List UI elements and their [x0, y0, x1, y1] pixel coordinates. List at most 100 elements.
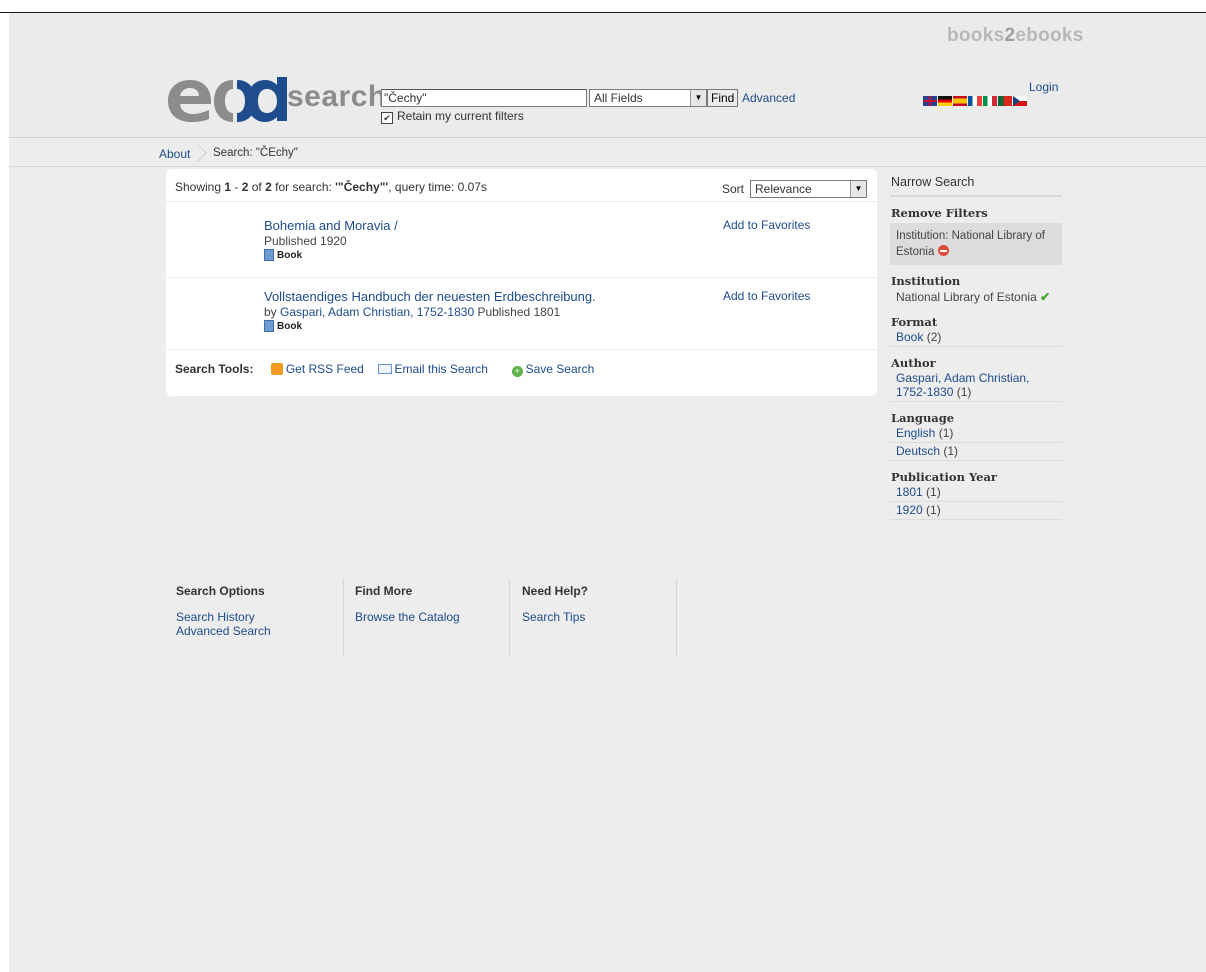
record-author-link[interactable]: Gaspari, Adam Christian, 1752-1830: [280, 305, 474, 319]
summary-of: of: [248, 180, 266, 194]
save-icon: +: [511, 366, 523, 377]
institution-value: National Library of Estonia: [896, 290, 1037, 304]
remove-filter-icon[interactable]: [937, 245, 949, 256]
rss-feed-link[interactable]: Get RSS Feed: [286, 362, 364, 376]
divider: [166, 201, 877, 202]
brand-ebooks: ebooks: [1015, 25, 1084, 46]
advanced-search-footer-link[interactable]: Advanced Search: [176, 624, 343, 638]
breadcrumb-current: Search: "ČEchy": [213, 147, 298, 159]
save-search-link[interactable]: Save Search: [526, 362, 595, 376]
facet-language-deutsch[interactable]: Deutsch: [896, 444, 940, 458]
result-record: Bohemia and Moravia / Published 1920 Boo…: [264, 218, 398, 261]
footer-heading: Find More: [355, 584, 413, 598]
breadcrumb-chevron-icon: [196, 144, 207, 162]
flag-pt-icon[interactable]: [998, 96, 1012, 106]
summary-query-time: , query time: 0.07s: [388, 180, 487, 194]
facet-item: 1920 (1): [890, 502, 1062, 520]
browse-catalog-link[interactable]: Browse the Catalog: [355, 610, 509, 624]
summary-query: '"Čechy"': [335, 180, 389, 194]
remove-filter-label: Institution: National Library of Estonia: [896, 230, 1045, 258]
divider: [166, 349, 877, 350]
institution-selected: National Library of Estonia ✔: [890, 288, 1062, 306]
record-format: Book: [264, 249, 398, 261]
search-tools: Search Tools: Get RSS Feed Email this Se…: [175, 362, 594, 377]
dropdown-arrow-icon[interactable]: ▼: [850, 181, 866, 197]
record-by: by: [264, 305, 281, 319]
add-to-favorites-link[interactable]: Add to Favorites: [723, 218, 810, 232]
breadcrumb: About Search: "ČEchy": [9, 138, 1206, 167]
email-search-link[interactable]: Email this Search: [395, 362, 488, 376]
brand-two: 2: [1004, 25, 1016, 46]
footer-column-need-help: Need Help? Search Tips: [522, 579, 677, 657]
search-type-select[interactable]: All Fields ▼: [589, 89, 707, 107]
summary-for-search: for search:: [271, 180, 336, 194]
facet-language-english[interactable]: English: [896, 426, 935, 440]
flag-uk-icon[interactable]: [923, 96, 937, 106]
facet-count: (1): [922, 485, 941, 499]
summary-showing: Showing: [175, 180, 225, 194]
advanced-search-link[interactable]: Advanced: [742, 91, 795, 105]
book-icon: [264, 249, 274, 261]
breadcrumb-about-link[interactable]: About: [159, 147, 190, 161]
remove-filter-item[interactable]: Institution: National Library of Estonia: [890, 223, 1062, 265]
find-button[interactable]: Find: [707, 89, 739, 107]
search-history-link[interactable]: Search History: [176, 610, 343, 624]
sort-value: Relevance: [755, 182, 812, 196]
sort-select[interactable]: Relevance ▼: [750, 180, 867, 198]
remove-filters-heading: Remove Filters: [891, 206, 988, 220]
add-to-favorites-link[interactable]: Add to Favorites: [723, 289, 810, 303]
record-published: Published 1920: [264, 234, 347, 248]
book-icon: [264, 320, 274, 332]
summary-range-sep: -: [231, 180, 242, 194]
search-input[interactable]: "Čechy": [381, 89, 587, 107]
facet-count: (1): [953, 385, 972, 399]
facet-count: (2): [923, 330, 942, 344]
dropdown-arrow-icon[interactable]: ▼: [690, 90, 706, 106]
facet-item: English (1): [890, 425, 1062, 443]
facet-item: 1801 (1): [890, 484, 1062, 502]
flag-de-icon[interactable]: [938, 96, 952, 106]
flag-es-icon[interactable]: [953, 96, 967, 106]
brand-books: books: [947, 25, 1005, 46]
flag-cz-icon[interactable]: [1013, 96, 1027, 106]
facet-format-book[interactable]: Book: [896, 330, 923, 344]
retain-filters-checkbox[interactable]: ✔: [381, 112, 393, 124]
logo-search-word: search: [287, 80, 387, 113]
facet-count: (1): [922, 503, 941, 517]
results-panel: Showing 1 - 2 of 2 for search: '"Čechy"'…: [166, 169, 877, 396]
login-link[interactable]: Login: [1029, 80, 1058, 94]
retain-filters-label: Retain my current filters: [397, 109, 524, 123]
format-heading: Format: [891, 315, 938, 329]
flag-fr-icon[interactable]: [968, 96, 982, 106]
facet-year-1801[interactable]: 1801: [896, 485, 923, 499]
author-heading: Author: [891, 356, 936, 370]
retain-filters[interactable]: ✔ Retain my current filters: [381, 109, 524, 124]
record-format-label: Book: [277, 321, 302, 332]
footer-column-search-options: Search Options Search History Advanced S…: [176, 579, 344, 657]
record-published: Published 1801: [474, 305, 561, 319]
footer-links: Search History Advanced Search: [176, 610, 343, 638]
page: books2ebooks search "Čechy" All Fields ▼…: [9, 13, 1206, 972]
footer-links: Browse the Catalog: [355, 610, 509, 624]
narrow-search-title: Narrow Search: [890, 169, 1062, 197]
sort-label: Sort: [722, 182, 745, 196]
flag-it-icon[interactable]: [983, 96, 997, 106]
search-tips-link[interactable]: Search Tips: [522, 610, 676, 624]
record-byline: by Gaspari, Adam Christian, 1752-1830 Pu…: [264, 305, 596, 319]
facet-count: (1): [940, 444, 959, 458]
language-flags: [923, 96, 1028, 110]
facet-count: (1): [935, 426, 954, 440]
narrow-search-sidebar: Narrow Search Remove Filters Institution…: [890, 169, 1062, 520]
record-title-link[interactable]: Bohemia and Moravia /: [264, 218, 398, 233]
facet-year-1920[interactable]: 1920: [896, 503, 923, 517]
result-record: Vollstaendiges Handbuch der neuesten Erd…: [264, 289, 596, 332]
divider: [166, 277, 877, 278]
footer-column-find-more: Find More Browse the Catalog: [355, 579, 510, 657]
publication-year-heading: Publication Year: [891, 470, 997, 484]
rss-icon: [270, 363, 283, 375]
facet-item: Deutsch (1): [890, 443, 1062, 461]
footer-heading: Need Help?: [522, 584, 589, 598]
record-title-link[interactable]: Vollstaendiges Handbuch der neuesten Erd…: [264, 289, 596, 304]
summary-total: 2: [265, 180, 272, 194]
search-type-value: All Fields: [594, 91, 643, 105]
